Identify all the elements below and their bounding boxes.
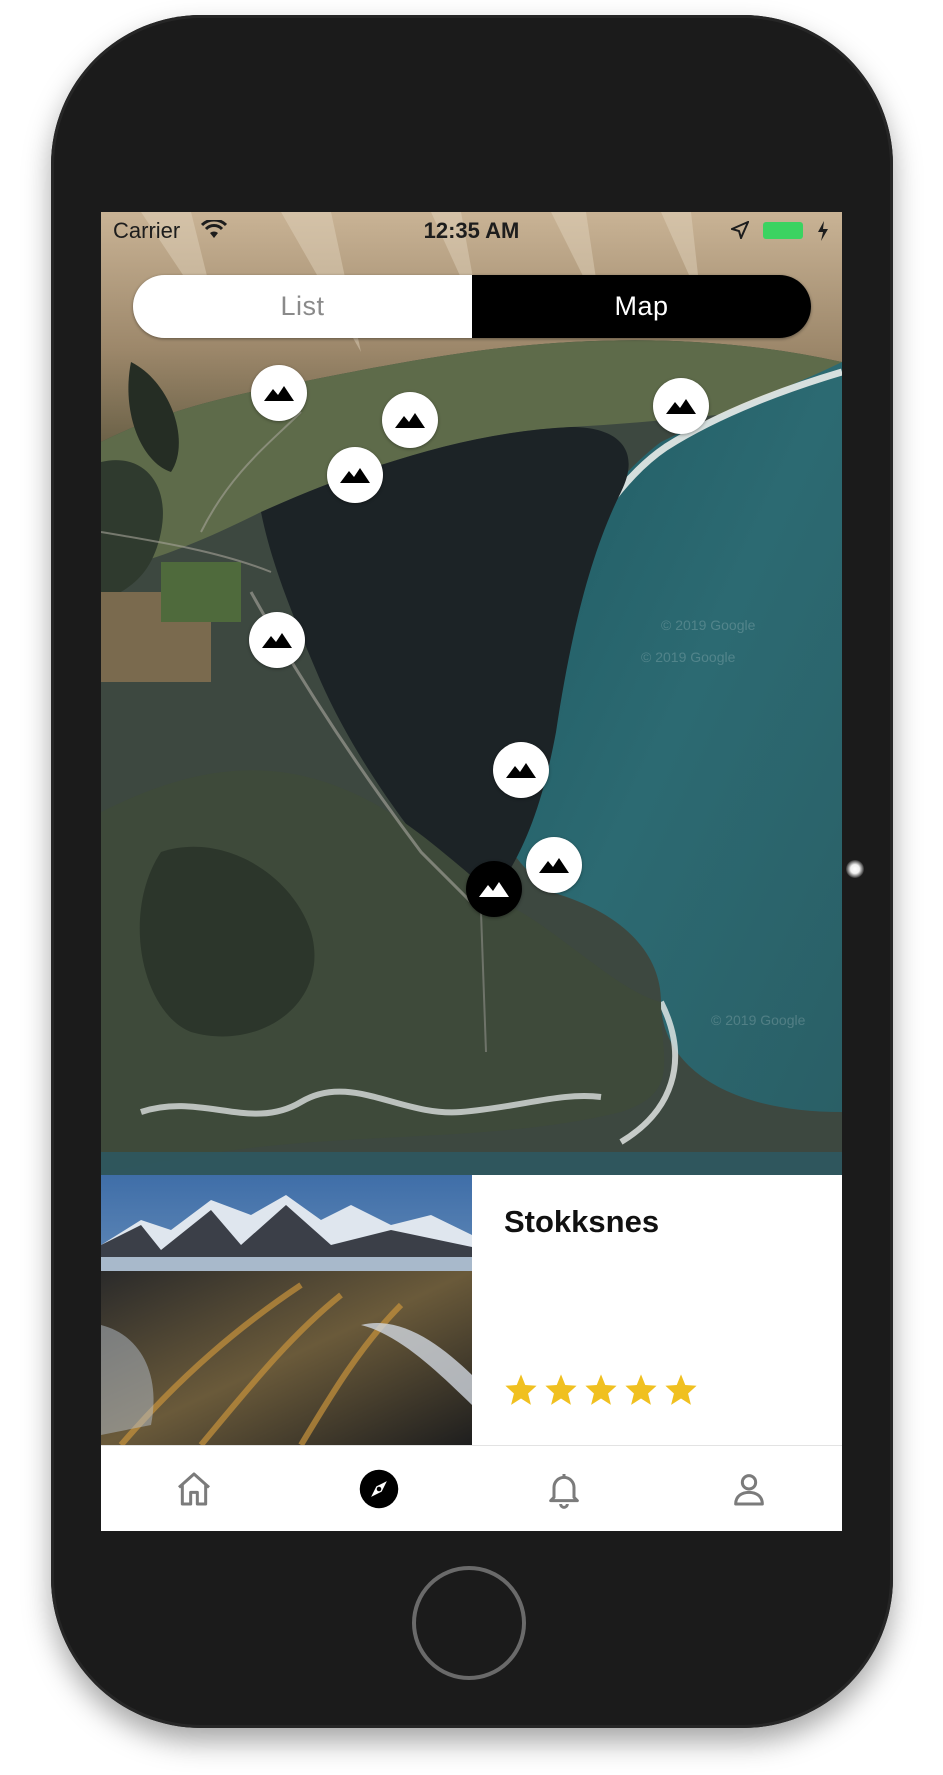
star-rating [504,1373,698,1407]
tab-notifications[interactable] [472,1446,657,1531]
star-icon [505,1374,537,1405]
star-icon [545,1374,577,1405]
map-marker[interactable] [526,837,582,893]
mountain-icon [506,763,536,778]
home-icon [177,1472,210,1506]
place-photo [101,1175,472,1445]
tab-profile[interactable] [657,1446,842,1531]
compass-icon [359,1469,399,1509]
map-marker[interactable] [249,612,305,668]
map-marker[interactable] [251,365,307,421]
mountain-icon [264,386,294,401]
map-watermark: © 2019 Google [641,649,736,665]
tab-explore[interactable] [286,1446,471,1531]
map-marker[interactable] [382,392,438,448]
bell-icon [549,1474,579,1509]
place-photo-image [101,1175,472,1445]
status-bar: Carrier 12:35 AM [101,212,842,252]
map-marker-selected[interactable] [466,861,522,917]
tab-bar [101,1445,842,1531]
app-screen: © 2019 Google © 2019 Google © 2019 Googl… [101,212,842,1531]
tab-home[interactable] [101,1446,286,1531]
place-card[interactable]: Stokksnes [101,1175,842,1445]
map-watermark: © 2019 Google [661,617,756,633]
satellite-imagery [101,212,842,1175]
map-view[interactable]: © 2019 Google © 2019 Google © 2019 Googl… [101,212,842,1175]
mountain-icon [395,413,425,428]
assistive-touch-dot[interactable] [846,860,864,878]
list-tab[interactable]: List [133,275,472,338]
battery-icon [763,222,803,239]
star-icon [665,1374,697,1405]
mountain-icon [262,633,292,648]
home-button[interactable] [412,1566,526,1680]
map-watermark: © 2019 Google [711,1012,806,1028]
star-icon [585,1374,617,1405]
map-marker[interactable] [653,378,709,434]
location-arrow-icon [731,221,749,239]
profile-icon [734,1474,765,1506]
mountain-icon [666,399,696,414]
map-marker[interactable] [493,742,549,798]
map-tab[interactable]: Map [472,275,811,338]
mountain-icon [479,882,509,897]
place-title: Stokksnes [504,1204,660,1239]
mountain-icon [340,468,370,483]
view-toggle: List Map [133,275,811,338]
charging-bolt-icon [818,221,828,241]
map-marker[interactable] [327,447,383,503]
star-icon [625,1374,657,1405]
mountain-icon [539,858,569,873]
